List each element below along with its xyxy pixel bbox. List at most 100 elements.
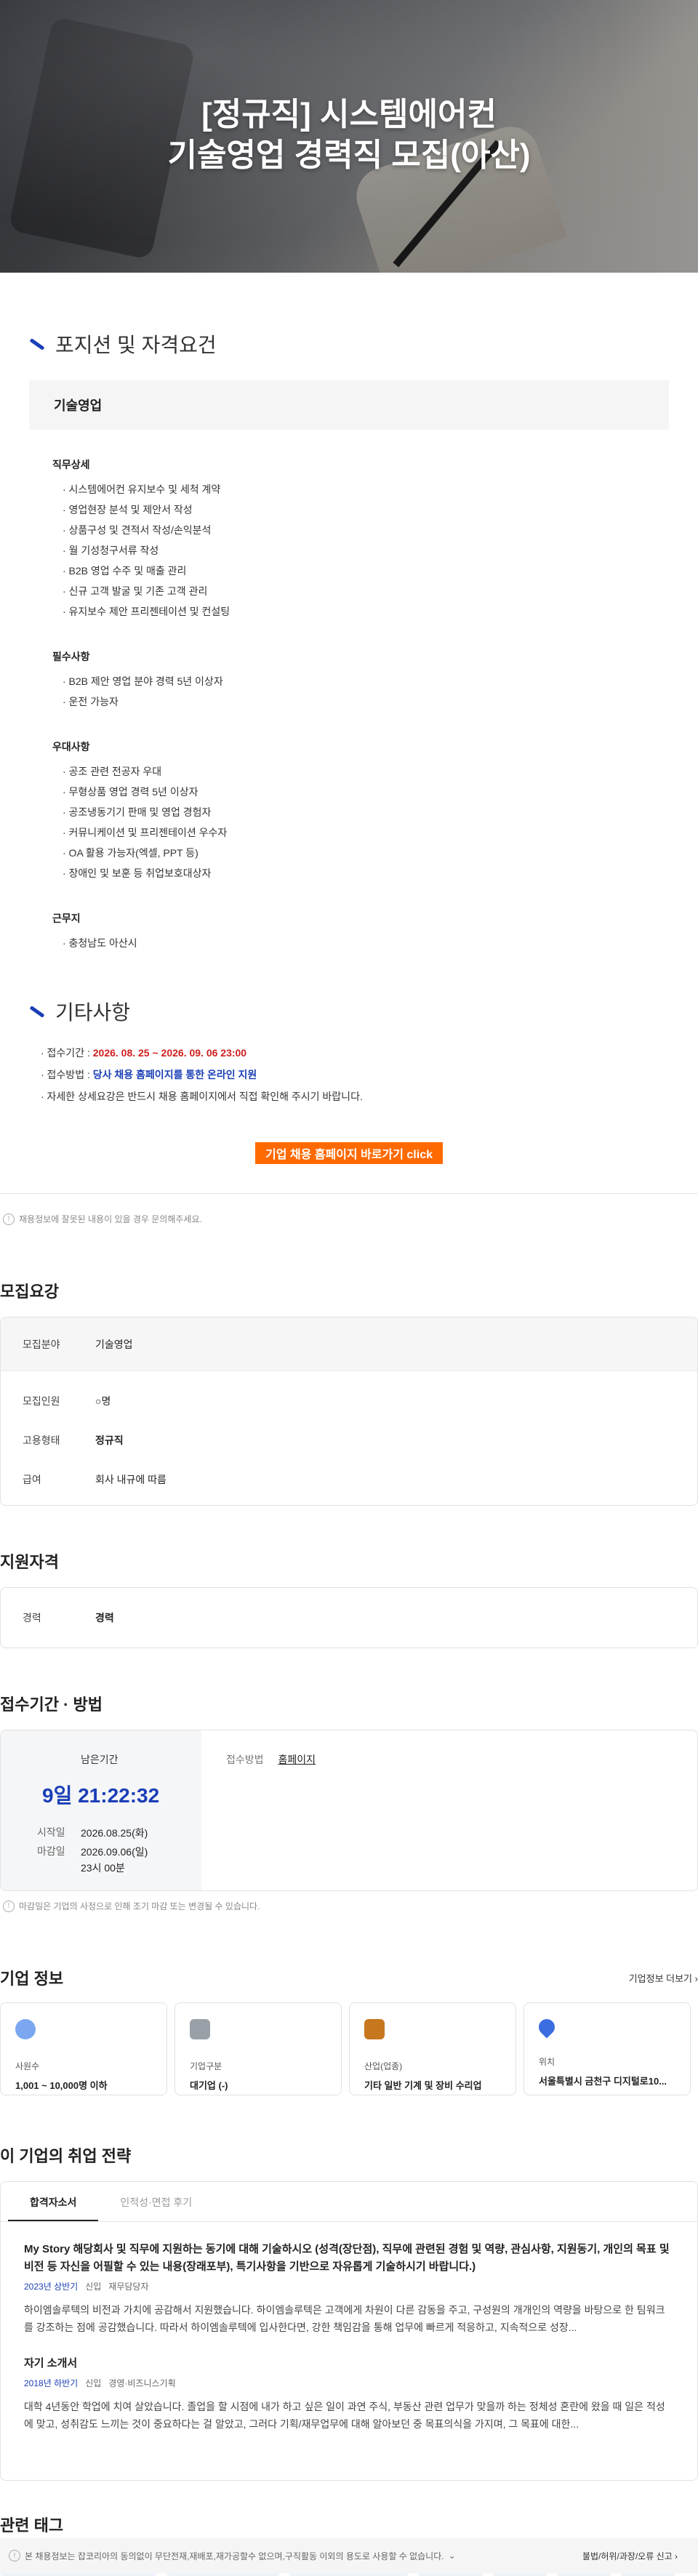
apply-card: 남은기간 9일 21:22:32 시작일 2026.08.25(화) 마감일 2… [0, 1730, 698, 1891]
end-date-row: 마감일 2026.09.06(일) 23시 00분 [37, 1844, 201, 1876]
requirement-group: 필수사항 · B2B 제안 영업 분야 경력 5년 이상자 · 운전 가능자 [52, 649, 698, 712]
essay-dept: 재무담당자 [108, 2282, 149, 2292]
etc-period-label: · 접수기간 : [41, 1047, 93, 1059]
chevron-down-icon[interactable]: ⌄ [449, 2551, 456, 2561]
method-label: 접수방법 [226, 1754, 264, 1765]
etc-period-value: 2026. 08. 25 ~ 2026. 09. 06 23:00 [92, 1047, 247, 1059]
start-value: 2026.08.25(화) [81, 1827, 148, 1839]
etc-method-value: 당사 채용 홈페이지를 통한 온라인 지원 [92, 1069, 257, 1080]
requirement-item: · B2B 영업 수주 및 매출 관리 [63, 565, 187, 577]
company-recruit-link-button[interactable]: 기업 채용 홈페이지 바로가기 click [254, 1142, 443, 1164]
requirement-group-title: 우대사항 [52, 741, 90, 753]
company-info-card: 사원수 1,001 ~ 10,000명 이하 [0, 2002, 167, 2095]
company-info-value: 기타 일반 기계 및 장비 수리업 [364, 2080, 482, 2091]
requirement-item: · 월 기성청구서류 작성 [63, 545, 159, 556]
tab-reviews[interactable]: 인적성·면접 후기 [98, 2182, 214, 2221]
requirement-item: · 장애인 및 보훈 등 취업보호대상자 [63, 867, 212, 879]
company-info-card: 산업(업종) 기타 일반 기계 및 장비 수리업 [349, 2002, 516, 2095]
essay-question: 자기 소개서 [24, 2357, 78, 2370]
chevron-right-icon: › [675, 2551, 678, 2561]
strategy-heading: 이 기업의 취업 전략 [0, 2147, 132, 2165]
company-info-value: 대기업 (-) [190, 2080, 228, 2091]
report-notice-text[interactable]: 채용정보에 잘못된 내용이 있을 경우 문의해주세요. [19, 1213, 202, 1225]
summary-value: ○명 [95, 1395, 111, 1407]
essay-type: 신입 [85, 2378, 102, 2388]
essay-answer: 대학 4년동안 학업에 치여 살았습니다. 졸업을 할 시점에 내가 하고 싶은… [24, 2401, 665, 2430]
summary-card: 모집분야 기술영업 모집인원 ○명 고용형태 정규직 급여 회사 내규에 따름 [0, 1317, 698, 1506]
requirement-item: · 상품구성 및 견적서 작성/손익분석 [63, 524, 212, 536]
qualification-row: 경력 경력 [1, 1598, 114, 1637]
company-info-card: 위치 서울특별시 금천구 디지털로10... [524, 2002, 691, 2095]
requirement-item: · OA 활용 가능자(엑셀, PPT 등) [63, 847, 198, 859]
hero-banner: [정규직] 시스템에어컨 기술영업 경력직 모집(아산) [0, 0, 698, 273]
essay-dept: 경영·비즈니스기획 [108, 2378, 176, 2388]
deadline-notice: ! 마감일은 기업의 사정으로 인해 조기 마감 또는 변경될 수 있습니다. [3, 1900, 698, 1912]
summary-key: 고용형태 [23, 1435, 60, 1446]
footer-notice-text: 본 채용정보는 잡코리아의 동의없이 무단전재,재배포,재가공할수 없으며,구직… [25, 2551, 444, 2561]
essay-item[interactable]: My Story 해당회사 및 직무에 지원하는 동기에 대해 기술하시오 (성… [1, 2222, 697, 2336]
requirement-list: · 충청남도 아산시 [52, 933, 698, 953]
hero-title-line: 기술영업 경력직 모집(아산) [167, 137, 531, 173]
position-heading: 포지션 및 자격요건 [29, 329, 698, 358]
essay-answer: 하이엠솔루텍의 비전과 가치에 공감해서 지원했습니다. 하이엠솔루텍은 고객에… [24, 2304, 665, 2333]
etc-method-label: · 접수방법 : [41, 1069, 93, 1080]
role-title: 기술영업 [54, 398, 103, 413]
tab-essays[interactable]: 합격자소서 [8, 2182, 99, 2221]
requirement-item: · 운전 가능자 [63, 696, 119, 707]
summary-row: 모집분야 기술영업 [1, 1317, 697, 1371]
etc-heading: 기타사항 [29, 997, 698, 1026]
company-more-link[interactable]: 기업정보 더보기 › [629, 1971, 698, 1985]
etc-heading-text: 기타사항 [55, 1001, 131, 1024]
essay-item[interactable]: 자기 소개서 2018년 하반기 신입 경영·비즈니스기획 대학 4년동안 학업… [1, 2336, 697, 2433]
etc-detail: · 자세한 상세요강은 반드시 채용 홈페이지에서 직접 확인해 주시기 바랍니… [41, 1091, 363, 1102]
start-label: 시작일 [37, 1826, 65, 1838]
essay-year: 2023년 상반기 [24, 2282, 79, 2292]
report-link[interactable]: 불법/허위/과장/오류 신고 › [582, 2550, 678, 2562]
company-heading: 기업 정보 [0, 1970, 64, 1988]
slash-accent-icon [29, 1005, 45, 1018]
summary-value: 회사 내규에 따름 [95, 1474, 167, 1485]
end-time: 23시 00분 [81, 1862, 125, 1874]
homepage-link[interactable]: 홈페이지 [278, 1752, 316, 1890]
requirement-groups: 직무상세 · 시스템에어컨 유지보수 및 세척 계약 · 영업현장 분석 및 제안서… [0, 457, 698, 953]
summary-row: 고용형태 정규직 [1, 1421, 697, 1460]
chevron-right-icon: › [694, 1973, 698, 1984]
qualification-heading: 지원자격 [0, 1553, 59, 1571]
requirement-group-title: 직무상세 [52, 459, 90, 470]
briefcase-icon [364, 2019, 385, 2039]
requirement-list: · B2B 제안 영업 분야 경력 5년 이상자 · 운전 가능자 [52, 671, 698, 712]
end-label: 마감일 [37, 1845, 65, 1857]
summary-key: 급여 [23, 1474, 41, 1485]
summary-heading: 모집요강 [0, 1283, 59, 1301]
job-post-frame: [정규직] 시스템에어컨 기술영업 경력직 모집(아산) 포지션 및 자격요건 … [0, 0, 698, 1194]
position-heading-text: 포지션 및 자격요건 [55, 334, 217, 356]
requirement-item: · 충청남도 아산시 [63, 937, 137, 949]
info-icon: ! [3, 1213, 15, 1225]
requirement-group: 직무상세 · 시스템에어컨 유지보수 및 세척 계약 · 영업현장 분석 및 제안서… [52, 457, 698, 622]
people-icon [15, 2019, 36, 2039]
summary-key: 모집인원 [23, 1395, 60, 1407]
tags-heading: 관련 태그 [0, 2516, 64, 2535]
requirement-item: · 유지보수 제안 프리젠테이션 및 컨설팅 [63, 606, 230, 617]
company-info-label: 위치 [539, 2057, 555, 2067]
remain-label: 남은기간 [81, 1754, 119, 1765]
company-more-label: 기업정보 더보기 [628, 1973, 693, 1984]
report-link-label: 불법/허위/과장/오류 신고 [582, 2551, 673, 2561]
requirement-group-title: 근무지 [52, 912, 81, 924]
company-info-card: 기업구분 대기업 (-) [174, 2002, 342, 2095]
start-date-row: 시작일 2026.08.25(화) [37, 1825, 201, 1841]
requirement-item: · 시스템에어컨 유지보수 및 세척 계약 [63, 483, 221, 495]
summary-value: 기술영업 [95, 1338, 133, 1350]
company-info-label: 산업(업종) [364, 2061, 403, 2071]
requirement-item: · 공조냉동기기 판매 및 영업 경험자 [63, 806, 212, 818]
report-notice: ! 채용정보에 잘못된 내용이 있을 경우 문의해주세요. [3, 1213, 698, 1225]
end-value: 2026.09.06(일) 23시 00분 [81, 1844, 148, 1876]
requirement-item: · 영업현장 분석 및 제안서 작성 [63, 504, 193, 515]
etc-method: · 접수방법 : 당사 채용 홈페이지를 통한 온라인 지원 [41, 1064, 698, 1086]
summary-key: 모집분야 [23, 1338, 60, 1350]
strategy-card: 합격자소서 인적성·면접 후기 My Story 해당회사 및 직무에 지원하는… [0, 2181, 698, 2481]
requirement-group: 우대사항 · 공조 관련 전공자 우대 · 무형상품 영업 경력 5년 이상자 · 공… [52, 739, 698, 883]
essay-meta: 2018년 하반기 신입 경영·비즈니스기획 [24, 2377, 674, 2389]
apply-period-box: 남은기간 9일 21:22:32 시작일 2026.08.25(화) 마감일 2… [1, 1730, 201, 1890]
requirement-group-title: 필수사항 [52, 651, 90, 662]
